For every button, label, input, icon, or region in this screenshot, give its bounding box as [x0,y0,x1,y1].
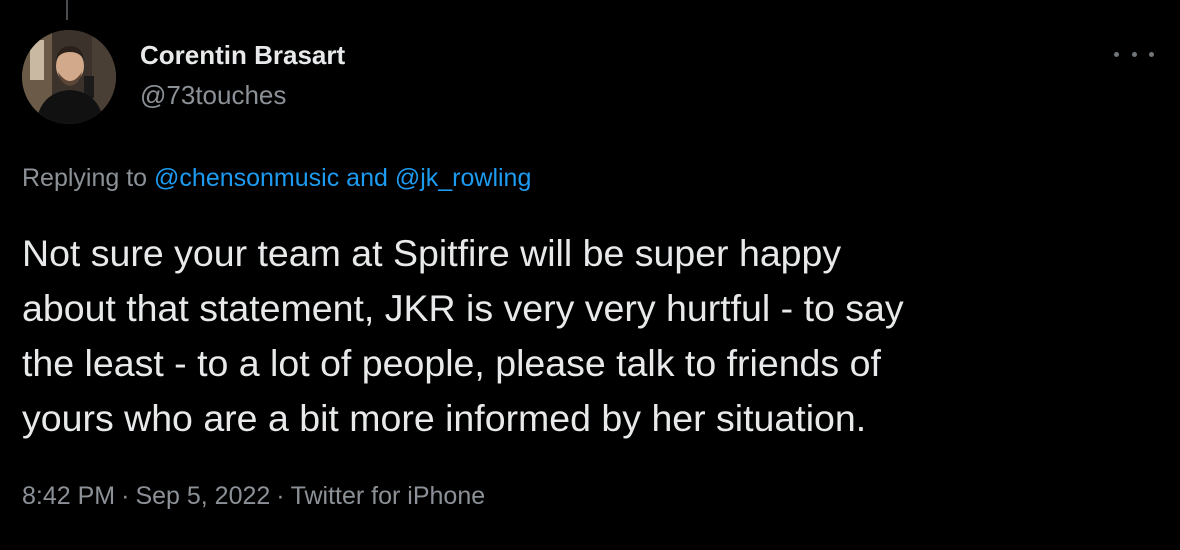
tweet-text: Not sure your team at Spitfire will be s… [22,232,904,439]
dot [1149,51,1154,57]
replying-prefix: Replying to [22,164,155,192]
mention-jk-rowling[interactable]: @jk_rowling [395,164,532,192]
author-name[interactable]: Corentin Brasart [140,40,345,71]
dot [1114,51,1119,57]
dot [1131,51,1137,57]
author-handle[interactable]: @73touches [140,80,286,111]
tweet-time[interactable]: 8:42 PM [22,482,115,510]
mention-chensonmusic[interactable]: @chensonmusic [154,164,339,192]
replying-to-line: Replying to @chensonmusic and @jk_rowlin… [22,164,531,193]
meta-separator: · [121,482,130,510]
avatar[interactable] [22,30,116,124]
thread-connector-line [66,0,68,20]
tweet-metadata: 8:42 PM · Sep 5, 2022 · Twitter for iPhone [22,482,485,511]
mention-conjunction[interactable]: and [339,164,395,192]
tweet-source[interactable]: Twitter for iPhone [291,482,486,510]
tweet-date[interactable]: Sep 5, 2022 [135,482,270,510]
avatar-photo [22,30,116,124]
more-options-icon[interactable] [1114,42,1154,66]
meta-separator: · [276,482,285,510]
